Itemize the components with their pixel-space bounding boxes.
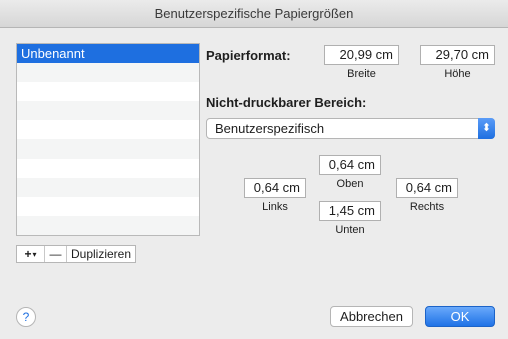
list-item[interactable] [17, 120, 199, 139]
margin-left-field[interactable]: 0,64 cm [244, 178, 306, 198]
list-item[interactable] [17, 177, 199, 197]
paper-width-field[interactable]: 20,99 cm [324, 45, 399, 65]
add-button[interactable]: + ▾ [17, 246, 45, 262]
cancel-button[interactable]: Abbrechen [330, 306, 413, 327]
list-controls: + ▾ — Duplizieren [16, 245, 136, 263]
popup-arrow-glyph: ⬍ [481, 122, 492, 134]
list-item[interactable] [17, 101, 199, 121]
help-icon: ? [22, 310, 30, 324]
list-item[interactable]: Unbenannt [17, 44, 199, 64]
margin-top-caption: Oben [336, 178, 364, 190]
remove-button[interactable]: — [45, 246, 67, 262]
list-item[interactable] [17, 139, 199, 159]
add-icon: + [24, 247, 32, 261]
help-button[interactable]: ? [16, 307, 36, 327]
list-item[interactable] [17, 63, 199, 83]
duplicate-button[interactable]: Duplizieren [67, 246, 135, 262]
list-item[interactable] [17, 215, 199, 235]
list-item[interactable] [17, 159, 199, 178]
margin-right-field[interactable]: 0,64 cm [396, 178, 458, 198]
list-item[interactable] [17, 197, 199, 216]
popup-arrows-icon: ⬍ [478, 118, 495, 139]
nonprintable-label: Nicht-druckbarer Bereich: [206, 95, 367, 110]
margin-top-field[interactable]: 0,64 cm [319, 155, 381, 175]
margin-right-caption: Rechts [409, 201, 445, 213]
chevron-down-icon: ▾ [32, 249, 37, 259]
paper-height-caption: Höhe [444, 68, 471, 80]
margin-bottom-caption: Unten [335, 224, 365, 236]
paper-height-field[interactable]: 29,70 cm [420, 45, 495, 65]
window-title: Benutzerspezifische Papiergrößen [0, 0, 508, 28]
nonprintable-popup[interactable]: Benutzerspezifisch ⬍ [206, 118, 495, 139]
paper-width-caption: Breite [347, 68, 376, 80]
paper-size-list[interactable]: Unbenannt [16, 43, 200, 236]
margin-bottom-field[interactable]: 1,45 cm [319, 201, 381, 221]
margin-left-caption: Links [262, 201, 288, 213]
paper-format-label: Papierformat: [206, 48, 291, 63]
ok-button[interactable]: OK [425, 306, 495, 327]
list-item[interactable] [17, 82, 199, 101]
remove-icon: — [49, 247, 62, 261]
nonprintable-popup-value: Benutzerspezifisch [215, 121, 325, 136]
